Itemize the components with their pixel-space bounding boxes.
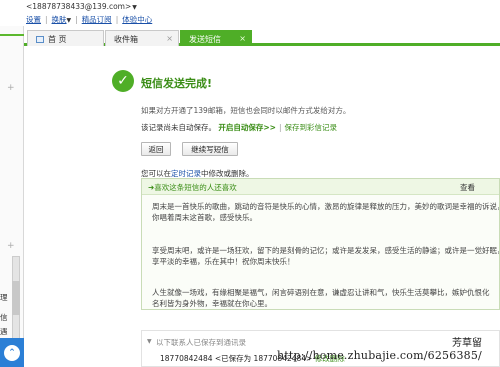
contact-number: 18770842484 xyxy=(160,354,213,363)
rail-accent xyxy=(0,34,24,36)
watermark-signature: 芳草留 xyxy=(452,338,482,349)
result-note: 如果对方开通了139邮箱，短信也会同时以邮件方式发给对方。 xyxy=(141,106,351,115)
check-icon: ✓ xyxy=(112,70,134,92)
tip-prefix: 您可以在 xyxy=(141,169,171,178)
tab-send-sms[interactable]: 发送短信 × xyxy=(180,30,252,46)
rail-fragment: 理 xyxy=(0,293,8,302)
greeting-message[interactable]: 人生就像一场戏，有缘相聚是福气，闲言碎语别在意，谦虚忍让讲和气，快乐生活莫攀比，… xyxy=(152,287,499,309)
greeting-line: 周末是一首快乐的歌曲，跳动的音符是快乐的心情，激昂的旋律是释放的压力，美妙的歌词… xyxy=(152,202,500,211)
up-arrow-icon: ⌃ xyxy=(4,344,20,361)
nav-separator: | xyxy=(115,15,119,24)
tip-suffix: 中修改或删除。 xyxy=(201,169,254,178)
account-email[interactable]: <18878738433@139.com>▼ xyxy=(26,2,137,11)
nav-separator: | xyxy=(75,15,78,24)
collapse-arrow-icon[interactable]: ▼ xyxy=(147,338,152,345)
rail-fragment: 遇 xyxy=(0,327,8,336)
rail-scrollbar-thumb[interactable] xyxy=(12,281,20,315)
greeting-line: 享受周末吧，或许是一场狂欢，留下的是刻骨的记忆；或许是发发呆，感受生活的静谧；或… xyxy=(152,246,500,255)
save-status: 该记录尚未自动保存。 开启自动保存>> | 保存到彩信记录 xyxy=(141,122,337,133)
nav-subscribe[interactable]: 精品订阅 xyxy=(82,15,112,24)
nav-skin[interactable]: 换肤 xyxy=(52,15,67,24)
result-title: 短信发送完成! xyxy=(141,77,213,90)
tab-inbox[interactable]: 收件箱 × xyxy=(105,30,179,46)
save-prompt: 该记录尚未自动保存。 xyxy=(141,123,216,132)
left-rail: + + 理 信 遇 ⌃ xyxy=(0,26,24,367)
rail-app-button[interactable]: ⌃ xyxy=(0,338,24,367)
link-separator: | xyxy=(278,123,282,132)
greeting-message[interactable]: 享受周末吧，或许是一场狂欢，留下的是刻骨的记忆；或许是发发呆，感受生活的静谧；或… xyxy=(152,245,500,267)
continue-sms-button[interactable]: 继续写短信 xyxy=(182,142,238,156)
chevron-down-icon[interactable]: ▼ xyxy=(67,17,72,24)
schedule-record-link[interactable]: 定时记录 xyxy=(171,169,201,178)
greeting-line: 人生就像一场戏，有缘相聚是福气，闲言碎语别在意，谦虚忍让讲和气，快乐生活莫攀比，… xyxy=(152,288,490,297)
view-more-link[interactable]: 查看 xyxy=(460,182,475,193)
chevron-down-icon[interactable]: ▼ xyxy=(132,4,137,11)
greeting-line: 你唱着周末这首歌，感受快乐。 xyxy=(152,213,257,222)
tab-label: 收件箱 xyxy=(114,35,138,44)
top-nav: 设置 | 换肤▼ | 精品订阅 | 体验中心 xyxy=(26,14,152,25)
tab-bar: 首 页 收件箱 × 发送短信 × xyxy=(24,26,500,46)
recommend-panel: ➜喜欢这条短信的人还喜欢 查看 周末是一首快乐的歌曲，跳动的音符是快乐的心情，激… xyxy=(141,178,500,310)
plus-icon[interactable]: + xyxy=(7,83,15,93)
account-email-text: <18878738433@139.com> xyxy=(26,2,132,11)
nav-separator: | xyxy=(45,15,48,24)
nav-experience[interactable]: 体验中心 xyxy=(122,15,152,24)
account-bar: <18878738433@139.com>▼ 设置 | 换肤▼ | 精品订阅 | 体验中心 xyxy=(0,0,500,26)
tab-label: 首 页 xyxy=(48,35,67,44)
tab-label: 发送短信 xyxy=(189,35,221,44)
recommend-header: ➜喜欢这条短信的人还喜欢 查看 xyxy=(142,179,499,195)
plus-icon[interactable]: + xyxy=(7,241,15,251)
rail-fragment: 信 xyxy=(0,313,8,322)
close-icon[interactable]: × xyxy=(239,34,246,43)
greeting-line: 名利皆为身外物，幸福就在你心里。 xyxy=(152,299,272,308)
home-icon xyxy=(36,36,44,43)
close-icon[interactable]: × xyxy=(166,34,173,43)
save-record-link[interactable]: 保存到彩信记录 xyxy=(285,123,338,132)
back-button[interactable]: 返回 xyxy=(141,142,171,156)
tab-home[interactable]: 首 页 xyxy=(27,30,104,46)
greeting-message[interactable]: 周末是一首快乐的歌曲，跳动的音符是快乐的心情，激昂的旋律是释放的压力，美妙的歌词… xyxy=(152,201,500,223)
recommend-title: ➜喜欢这条短信的人还喜欢 xyxy=(148,183,237,192)
auto-save-link[interactable]: 开启自动保存>> xyxy=(218,123,276,132)
greeting-line: 享平淡的幸福，乐在其中！祝你周末快乐！ xyxy=(152,257,295,266)
watermark-url: http://home.zhubajie.com/6256385/ xyxy=(277,349,482,362)
nav-settings[interactable]: 设置 xyxy=(26,15,41,24)
contacts-subtitle: 以下联系人已保存到通讯录 xyxy=(156,338,246,347)
